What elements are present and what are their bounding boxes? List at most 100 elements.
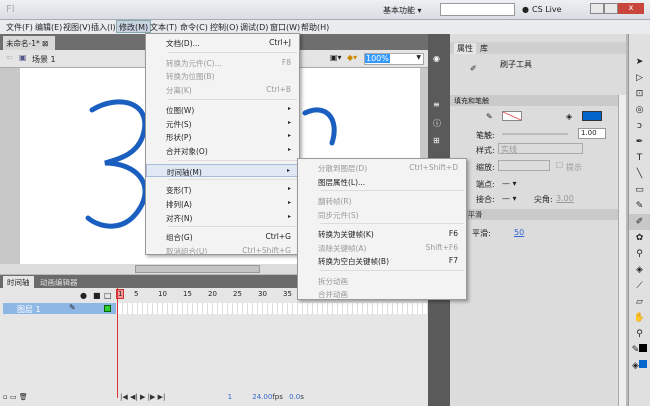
menu-control[interactable]: 控制(O): [210, 22, 239, 33]
tab-properties[interactable]: 属性: [454, 43, 476, 54]
tab-motion-editor[interactable]: 动画编辑器: [36, 276, 82, 288]
layer-color-icon[interactable]: [104, 305, 111, 312]
new-folder-icon[interactable]: ▭: [10, 393, 17, 401]
free-transform-tool-icon[interactable]: ⊡: [629, 86, 650, 102]
menu-item[interactable]: 转换为元件(C)... F8: [146, 56, 299, 69]
bone-tool-icon[interactable]: ⚲: [629, 246, 650, 262]
edit-scene-icon[interactable]: ▣▾: [330, 53, 342, 62]
menu-item[interactable]: 图层属性(L)...: [298, 175, 466, 188]
play-icon[interactable]: ▶: [140, 393, 145, 401]
hand-tool-icon[interactable]: ✋: [629, 310, 650, 326]
stroke-color-swatch[interactable]: [502, 111, 522, 121]
deco-tool-icon[interactable]: ✿: [629, 230, 650, 246]
3d-rotation-tool-icon[interactable]: ◎: [629, 102, 650, 118]
join-select[interactable]: — ▾: [502, 194, 517, 203]
menu-item[interactable]: 变形(T) ▸: [146, 183, 299, 196]
back-arrow-icon[interactable]: ⇦: [6, 53, 13, 62]
lasso-tool-icon[interactable]: ↄ: [629, 118, 650, 134]
outline-icon[interactable]: □: [104, 291, 112, 300]
menu-item[interactable]: 拆分动画: [298, 274, 466, 287]
edit-symbol-icon[interactable]: ◆▾: [347, 53, 357, 62]
layer-row[interactable]: 图层 1 ✎: [3, 303, 116, 314]
menu-item[interactable]: 分离(K) Ctrl+B: [146, 83, 299, 96]
maximize-button[interactable]: [604, 3, 618, 14]
smooth-value[interactable]: 50: [514, 228, 524, 237]
prev-frame-icon[interactable]: ◀|: [130, 393, 138, 401]
rectangle-tool-icon[interactable]: ▭: [629, 182, 650, 198]
workspace-switcher[interactable]: 基本功能 ▾: [383, 5, 422, 16]
stroke-color-tool[interactable]: ✎: [629, 342, 650, 358]
frame-row[interactable]: [118, 303, 452, 314]
menu-modify[interactable]: 修改(M): [116, 20, 152, 33]
menu-item[interactable]: 翻转帧(R): [298, 194, 466, 207]
menu-item[interactable]: 取消组合(U) Ctrl+Shift+G: [146, 244, 299, 257]
menu-item[interactable]: 元件(S) ▸: [146, 117, 299, 130]
info-icon[interactable]: ⓘ: [433, 118, 441, 129]
document-tab[interactable]: 未命名-1* ⊠: [3, 36, 55, 50]
miter-value[interactable]: 3.00: [556, 194, 574, 203]
menu-debug[interactable]: 调试(D): [240, 22, 268, 33]
stroke-slider[interactable]: [502, 133, 568, 135]
menu-item[interactable]: 时间轴(M) ▸: [146, 163, 299, 177]
tab-library[interactable]: 库: [477, 43, 491, 54]
line-tool-icon[interactable]: ╲: [629, 166, 650, 182]
menu-item[interactable]: 组合(G) Ctrl+G: [146, 230, 299, 243]
eye-icon[interactable]: ●: [80, 291, 87, 300]
cs-live[interactable]: CS Live: [532, 5, 562, 14]
text-tool-icon[interactable]: T: [629, 150, 650, 166]
menu-item[interactable]: 合并动画: [298, 287, 466, 300]
menu-item[interactable]: 转换为关键帧(K) F6: [298, 227, 466, 240]
eyedropper-tool-icon[interactable]: ⟋: [629, 278, 650, 294]
menu-edit[interactable]: 编辑(E): [35, 22, 62, 33]
fps-value[interactable]: 24.00: [252, 393, 272, 401]
menu-item[interactable]: 同步元件(S): [298, 208, 466, 221]
new-layer-icon[interactable]: ▫: [3, 393, 8, 401]
stroke-input[interactable]: 1.00: [578, 128, 606, 139]
layer-name[interactable]: 图层 1: [17, 304, 41, 315]
hint-checkbox[interactable]: ☐: [556, 161, 563, 170]
minimize-button[interactable]: [590, 3, 604, 14]
close-button[interactable]: x: [618, 3, 644, 14]
menu-item[interactable]: 清除关键帧(A) Shift+F6: [298, 241, 466, 254]
menu-item[interactable]: 排列(A) ▸: [146, 197, 299, 210]
menu-item[interactable]: 合并对象(O) ▸: [146, 144, 299, 157]
pen-tool-icon[interactable]: ✒: [629, 134, 650, 150]
selection-tool-icon[interactable]: ➤: [629, 54, 650, 70]
current-frame[interactable]: 1: [228, 393, 232, 401]
section-fill-stroke[interactable]: 填充和笔触: [454, 96, 489, 106]
transform-icon[interactable]: ⊞: [433, 136, 440, 145]
delete-icon[interactable]: 🗑: [19, 393, 28, 401]
section-smooth[interactable]: 平滑: [468, 210, 482, 220]
menu-item[interactable]: 位图(W) ▸: [146, 103, 299, 116]
scale-select[interactable]: [498, 160, 550, 171]
menu-file[interactable]: 文件(F): [6, 22, 33, 33]
menu-item[interactable]: 对齐(N) ▸: [146, 211, 299, 224]
tab-timeline[interactable]: 时间轴: [3, 276, 34, 288]
cap-select[interactable]: — ▾: [502, 179, 517, 188]
close-tab-icon[interactable]: ⊠: [42, 39, 48, 48]
menu-view[interactable]: 视图(V): [63, 22, 91, 33]
menu-window[interactable]: 窗口(W): [270, 22, 300, 33]
menu-item[interactable]: 分散到图层(D) Ctrl+Shift+D: [298, 161, 466, 174]
menu-item[interactable]: 转换为空白关键帧(B) F7: [298, 254, 466, 267]
menu-item[interactable]: 转换为位图(B): [146, 69, 299, 82]
menu-text[interactable]: 文本(T): [150, 22, 177, 33]
menu-commands[interactable]: 命令(C): [180, 22, 208, 33]
lock-icon[interactable]: ■: [93, 291, 101, 300]
next-frame-icon[interactable]: |▶: [148, 393, 156, 401]
pencil-tool-icon[interactable]: ✎: [629, 198, 650, 214]
fill-color-swatch[interactable]: [582, 111, 602, 121]
menu-insert[interactable]: 插入(I): [91, 22, 116, 33]
menu-item[interactable]: 形状(P) ▸: [146, 130, 299, 143]
search-input[interactable]: [440, 3, 515, 16]
menu-help[interactable]: 帮助(H): [301, 22, 329, 33]
properties-scrollbar[interactable]: [618, 95, 626, 406]
color-icon[interactable]: ◉: [433, 54, 440, 63]
first-frame-icon[interactable]: |◀: [120, 393, 128, 401]
paint-bucket-tool-icon[interactable]: ◈: [629, 262, 650, 278]
style-select[interactable]: 实线: [498, 143, 583, 154]
last-frame-icon[interactable]: ▶|: [158, 393, 166, 401]
fill-color-tool[interactable]: ◈: [629, 358, 650, 374]
eraser-tool-icon[interactable]: ▱: [629, 294, 650, 310]
subselection-tool-icon[interactable]: ▷: [629, 70, 650, 86]
